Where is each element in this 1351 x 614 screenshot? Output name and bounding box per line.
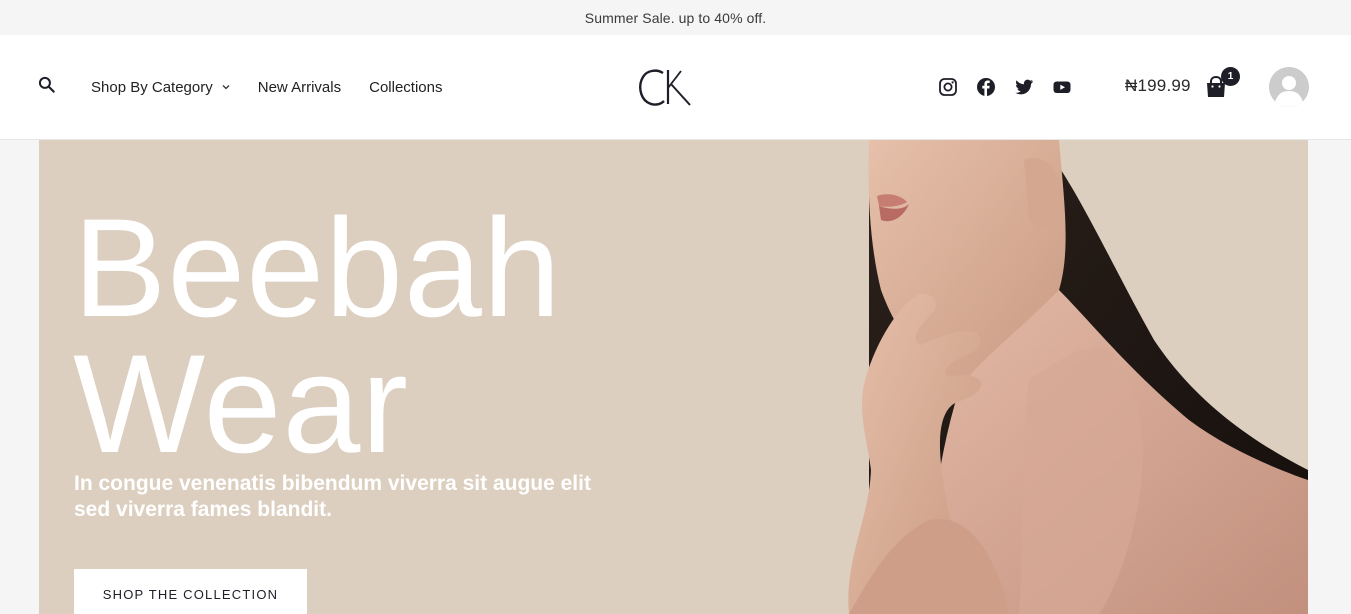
nav-new-arrivals[interactable]: New Arrivals [258, 79, 341, 96]
twitter-icon[interactable] [1014, 77, 1034, 97]
nav-label: New Arrivals [257, 78, 342, 96]
user-avatar[interactable] [1269, 67, 1309, 107]
youtube-icon[interactable] [1052, 77, 1072, 97]
shop-collection-button[interactable]: SHOP THE COLLECTION [74, 569, 307, 614]
hero-model-image [848, 140, 1308, 614]
user-icon [1269, 67, 1309, 107]
nav-label: Shop By Category [91, 78, 213, 96]
announcement-text: Summer Sale. up to 40% off. [584, 9, 767, 26]
hero-title: Beebah Wear [73, 189, 562, 482]
hero-subtitle: In congue venenatis bibendum viverra sit… [74, 472, 591, 521]
announcement-bar: Summer Sale. up to 40% off. [0, 0, 1351, 35]
nav-collections[interactable]: Collections [369, 79, 442, 96]
search-icon[interactable] [37, 75, 57, 95]
nav-shop-by-category[interactable]: Shop By Category [91, 79, 231, 96]
social-links [938, 77, 1072, 97]
cart-count-badge: 1 [1221, 67, 1240, 86]
hero-title-line1: Beebah [73, 189, 562, 346]
cart-total[interactable]: ₦199.99 [1125, 76, 1191, 96]
site-header: Shop By Category New Arrivals Collection… [0, 35, 1351, 140]
hero-banner: Beebah Wear In congue venenatis bibendum… [39, 140, 1308, 614]
main-nav: Shop By Category New Arrivals Collection… [91, 35, 442, 139]
hero-title-line2: Wear [73, 325, 409, 482]
nav-label: Collections [369, 78, 443, 96]
facebook-icon[interactable] [976, 77, 996, 97]
brand-logo[interactable] [637, 64, 697, 112]
instagram-icon[interactable] [938, 77, 958, 97]
chevron-down-icon [222, 85, 230, 90]
